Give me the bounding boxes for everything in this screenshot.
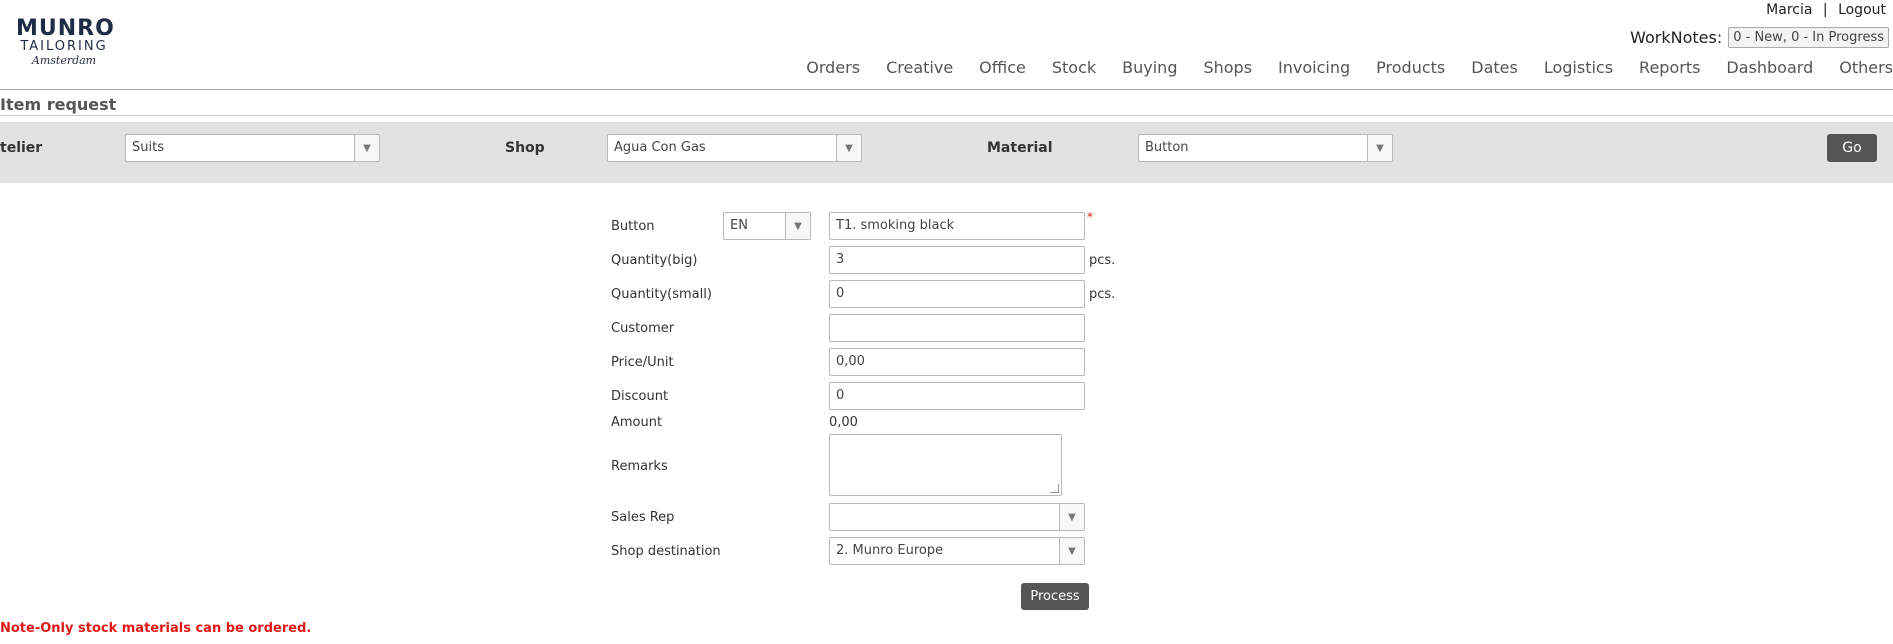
worknotes-label: WorkNotes:: [1630, 28, 1723, 47]
material-label: Material: [987, 140, 1053, 156]
chevron-down-icon: ▼: [1059, 538, 1084, 564]
nav-invoicing[interactable]: Invoicing: [1265, 58, 1363, 77]
qty-big-input[interactable]: 3: [829, 246, 1085, 274]
nav-office[interactable]: Office: [966, 58, 1039, 77]
amount-label: Amount: [611, 415, 663, 430]
shop-destination-label: Shop destination: [611, 544, 721, 559]
material-select-value: Button: [1145, 140, 1189, 155]
shop-label: Shop: [505, 140, 545, 156]
discount-input[interactable]: 0: [829, 382, 1085, 410]
user-name: Marcia: [1766, 2, 1813, 18]
nav-buying[interactable]: Buying: [1109, 58, 1190, 77]
nav-reports[interactable]: Reports: [1626, 58, 1713, 77]
button-label: Button: [611, 219, 655, 234]
divider-bottom: [0, 115, 1893, 116]
material-select[interactable]: Button ▼: [1138, 134, 1393, 162]
chevron-down-icon: ▼: [785, 213, 810, 239]
chevron-down-icon: ▼: [1367, 135, 1392, 161]
nav-products[interactable]: Products: [1363, 58, 1458, 77]
shop-select[interactable]: Agua Con Gas ▼: [607, 134, 862, 162]
page-title: Item request: [0, 95, 117, 114]
brand-line2: TAILORING: [20, 39, 108, 54]
shop-destination-value: 2. Munro Europe: [836, 543, 944, 558]
user-separator: |: [1822, 2, 1828, 18]
brand-line1: MUNRO: [16, 16, 115, 41]
brand-line3: Amsterdam: [31, 54, 97, 67]
nav-dashboard[interactable]: Dashboard: [1713, 58, 1826, 77]
divider-top: [0, 89, 1893, 90]
qty-small-value: 0: [836, 286, 845, 301]
price-label: Price/Unit: [611, 355, 674, 370]
nav-orders[interactable]: Orders: [793, 58, 873, 77]
atelier-select-value: Suits: [132, 140, 164, 155]
qty-small-unit: pcs.: [1089, 287, 1116, 302]
process-button[interactable]: Process: [1021, 583, 1089, 610]
logout-link[interactable]: Logout: [1835, 2, 1889, 18]
button-name-input[interactable]: T1. smoking black: [829, 212, 1085, 240]
remarks-textarea[interactable]: [829, 434, 1062, 496]
price-value: 0,00: [836, 354, 865, 369]
qty-big-value: 3: [836, 252, 845, 267]
customer-label: Customer: [611, 321, 675, 336]
language-select-value: EN: [730, 218, 748, 233]
stock-note: Note-Only stock materials can be ordered…: [0, 621, 312, 636]
price-input[interactable]: 0,00: [829, 348, 1085, 376]
qty-big-label: Quantity(big): [611, 253, 698, 268]
chevron-down-icon: ▼: [836, 135, 861, 161]
user-bar: Marcia | Logout: [1763, 2, 1889, 18]
discount-value: 0: [836, 388, 845, 403]
remarks-label: Remarks: [611, 459, 668, 474]
atelier-label: telier: [0, 140, 43, 156]
resize-grip-icon[interactable]: [1050, 484, 1059, 493]
required-mark: *: [1087, 210, 1093, 224]
shop-select-value: Agua Con Gas: [614, 140, 706, 155]
nav-creative[interactable]: Creative: [873, 58, 966, 77]
nav-shops[interactable]: Shops: [1190, 58, 1265, 77]
qty-small-input[interactable]: 0: [829, 280, 1085, 308]
nav-logistics[interactable]: Logistics: [1531, 58, 1626, 77]
chevron-down-icon: ▼: [1059, 504, 1084, 530]
qty-small-label: Quantity(small): [611, 287, 712, 302]
customer-input[interactable]: [829, 314, 1085, 342]
button-name-value: T1. smoking black: [836, 218, 955, 233]
sales-rep-label: Sales Rep: [611, 510, 675, 525]
language-select[interactable]: EN ▼: [723, 212, 811, 240]
qty-big-unit: pcs.: [1089, 253, 1116, 268]
chevron-down-icon: ▼: [354, 135, 379, 161]
shop-destination-select[interactable]: 2. Munro Europe ▼: [829, 537, 1085, 565]
worknotes-status[interactable]: 0 - New, 0 - In Progress: [1728, 27, 1889, 48]
amount-value: 0,00: [829, 415, 858, 430]
go-button[interactable]: Go: [1827, 134, 1877, 162]
nav-stock[interactable]: Stock: [1039, 58, 1109, 77]
main-nav: Orders Creative Office Stock Buying Shop…: [793, 58, 1893, 77]
nav-dates[interactable]: Dates: [1458, 58, 1531, 77]
nav-others[interactable]: Others: [1826, 58, 1893, 77]
sales-rep-select[interactable]: ▼: [829, 503, 1085, 531]
brand-logo: MUNRO TAILORING Amsterdam: [16, 16, 115, 68]
worknotes: WorkNotes: 0 - New, 0 - In Progress: [1630, 27, 1889, 48]
discount-label: Discount: [611, 389, 669, 404]
atelier-select[interactable]: Suits ▼: [125, 134, 380, 162]
